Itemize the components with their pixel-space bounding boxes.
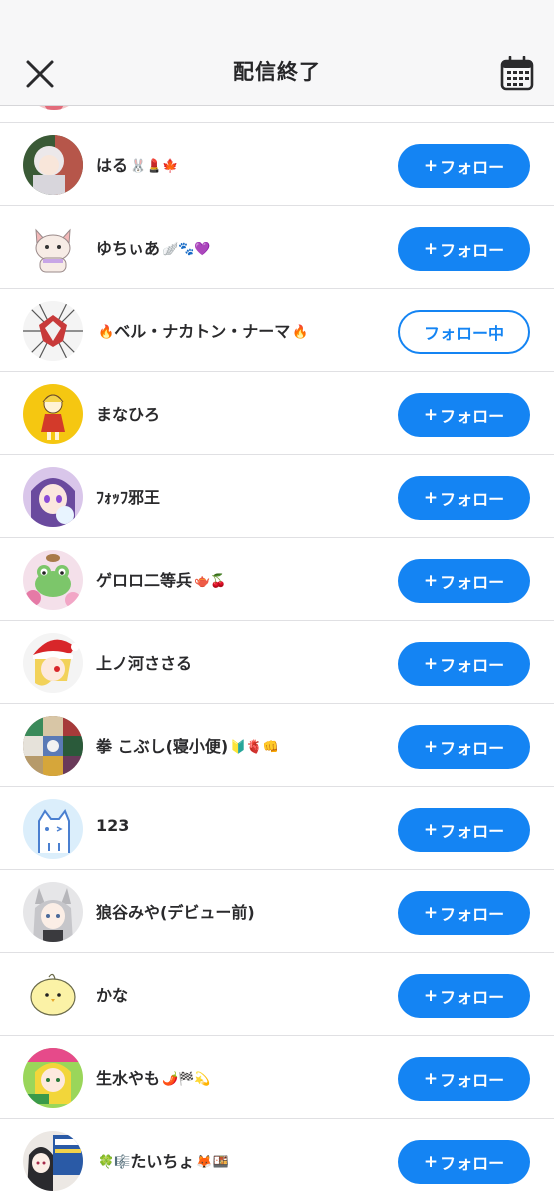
user-name: ゆちぃあ 🪽🐾💜: [96, 239, 211, 258]
page-title: 配信終了: [233, 60, 321, 84]
avatar-girl-green-icon[interactable]: [23, 1048, 83, 1108]
user-name: 生水やも 🌶️🏁💫: [96, 1069, 211, 1088]
avatar-girl-purple-icon[interactable]: [23, 467, 83, 527]
user-name: まなひろ: [96, 405, 161, 424]
calendar-button[interactable]: [500, 55, 534, 92]
list-item[interactable]: 🍀🎼たいちょ 🦊🍱 + フォロー: [0, 1119, 554, 1200]
follow-button[interactable]: + フォロー: [398, 642, 530, 686]
avatar-girl-santa-icon[interactable]: [23, 633, 83, 693]
follow-button[interactable]: + フォロー: [398, 891, 530, 935]
avatar-girl-yellow-icon[interactable]: [23, 384, 83, 444]
follow-button[interactable]: + フォロー: [398, 725, 530, 769]
user-name: 123: [96, 816, 130, 835]
avatar-girl-sign-icon[interactable]: [23, 1131, 83, 1191]
user-name: 🍀🎼たいちょ 🦊🍱: [98, 1152, 229, 1171]
list-item[interactable]: 拳 こぶし(寝小便) 🔰🫀👊 + フォロー: [0, 704, 554, 787]
follow-button[interactable]: + フォロー: [398, 1057, 530, 1101]
viewer-list[interactable]: はる 🐰💄🍁 + フォロー ゆちぃあ 🪽🐾💜 + フォロー 🔥ベル・ナカトン・ナーマ 🔥 …: [0, 106, 554, 1200]
list-item[interactable]: まなひろ + フォロー: [0, 372, 554, 455]
following-button[interactable]: フォロー中: [398, 310, 530, 354]
list-item[interactable]: 生水やも 🌶️🏁💫 + フォロー: [0, 1036, 554, 1119]
list-item[interactable]: ゲロロ二等兵 🫖🍒 + フォロー: [0, 538, 554, 621]
list-item[interactable]: 123 + フォロー: [0, 787, 554, 870]
user-name: 拳 こぶし(寝小便) 🔰🫀👊: [96, 737, 279, 756]
list-item[interactable]: ﾌｫｯﾌ邪王 + フォロー: [0, 455, 554, 538]
list-item[interactable]: 狼谷みや(デビュー前) + フォロー: [0, 870, 554, 953]
user-name: かな: [96, 986, 129, 1005]
avatar-collage-icon[interactable]: [23, 716, 83, 776]
follow-button[interactable]: + フォロー: [398, 476, 530, 520]
user-name: ゲロロ二等兵 🫖🍒: [96, 571, 227, 590]
calendar-icon: [500, 55, 534, 91]
user-name: 狼谷みや(デビュー前): [96, 903, 255, 922]
avatar-dragon-icon[interactable]: [23, 301, 83, 361]
list-item[interactable]: 上ノ河ささる + フォロー: [0, 621, 554, 704]
list-item[interactable]: ゆちぃあ 🪽🐾💜 + フォロー: [0, 206, 554, 289]
list-item[interactable]: かな + フォロー: [0, 953, 554, 1036]
user-name: 🔥ベル・ナカトン・ナーマ 🔥: [98, 322, 309, 341]
user-name: 上ノ河ささる: [96, 654, 193, 673]
header: 配信終了: [0, 40, 554, 106]
follow-button[interactable]: + フォロー: [398, 393, 530, 437]
follow-button[interactable]: + フォロー: [398, 559, 530, 603]
follow-button[interactable]: + フォロー: [398, 974, 530, 1018]
avatar-cat-line-icon[interactable]: [23, 799, 83, 859]
list-item[interactable]: 🔥ベル・ナカトン・ナーマ 🔥 フォロー中: [0, 289, 554, 372]
avatar: [24, 106, 84, 110]
avatar-girl-silver-icon[interactable]: [23, 135, 83, 195]
user-name: ﾌｫｯﾌ邪王: [96, 488, 161, 507]
user-name: はる 🐰💄🍁: [96, 156, 179, 175]
avatar-dog-icon[interactable]: [23, 218, 83, 278]
follow-button[interactable]: + フォロー: [398, 144, 530, 188]
status-bar-area: [0, 0, 554, 40]
list-item-partial: [0, 106, 554, 123]
avatar-chick-icon[interactable]: [23, 965, 83, 1025]
follow-button[interactable]: + フォロー: [398, 227, 530, 271]
follow-button[interactable]: + フォロー: [398, 808, 530, 852]
avatar-wolf-girl-icon[interactable]: [23, 882, 83, 942]
follow-button[interactable]: + フォロー: [398, 1140, 530, 1184]
avatar-frog-icon[interactable]: [23, 550, 83, 610]
list-item[interactable]: はる 🐰💄🍁 + フォロー: [0, 123, 554, 206]
